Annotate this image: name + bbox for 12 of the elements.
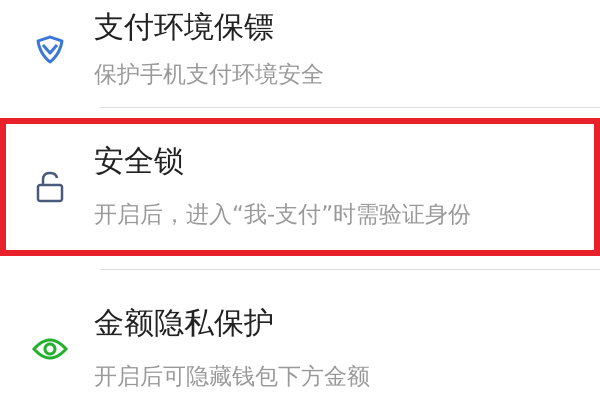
shield-icon — [34, 34, 66, 66]
setting-title: 支付环境保镖 — [94, 11, 275, 45]
setting-description: 开启后，进入“我-支付”时需验证身份 — [94, 201, 472, 229]
setting-description: 开启后可隐藏钱包下方金额 — [94, 363, 370, 391]
settings-item[interactable]: 安全锁 开启后，进入“我-支付”时需验证身份 — [0, 118, 600, 256]
lock-icon — [35, 170, 65, 204]
setting-title: 安全锁 — [94, 145, 185, 179]
setting-title: 金额隐私保护 — [94, 307, 275, 341]
setting-description: 保护手机支付环境安全 — [94, 61, 324, 89]
settings-item[interactable]: 支付环境保镖 保护手机支付环境安全 — [0, 0, 600, 100]
eye-icon — [32, 336, 68, 362]
settings-item[interactable]: 金额隐私保护 开启后可隐藏钱包下方金额 — [0, 280, 600, 400]
